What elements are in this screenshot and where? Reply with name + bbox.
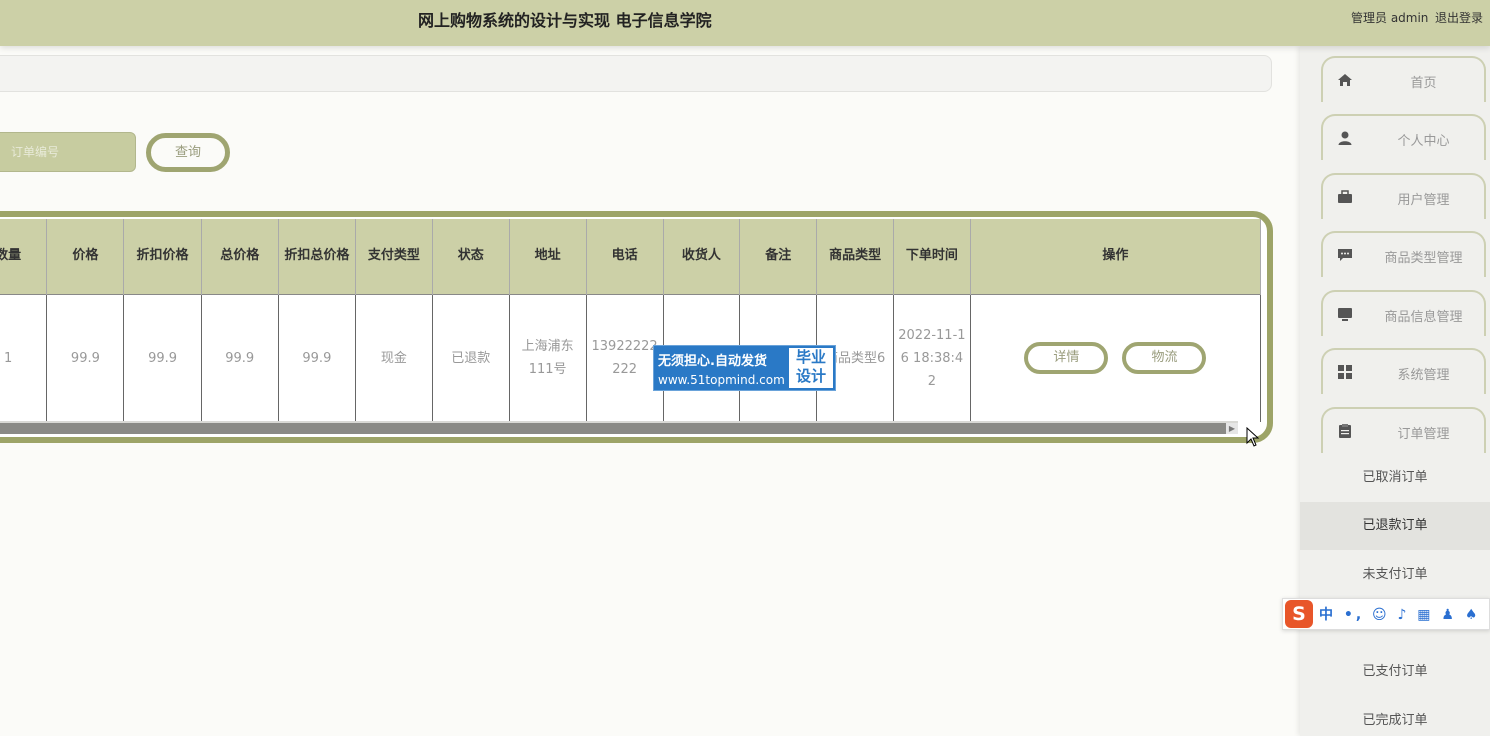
sidebar-subitem-paid[interactable]: 已支付订单	[1300, 648, 1490, 696]
col-header-phone[interactable]: 电话	[586, 219, 664, 294]
monitor-icon	[1338, 308, 1352, 321]
cell-phone: 13922222222	[586, 293, 664, 422]
order-table-container: 数量 价格 折扣价格 总价格 折扣总价格 支付类型 状态 地址 电话 收货人 备…	[0, 211, 1273, 443]
col-header-status[interactable]: 状态	[432, 219, 510, 294]
watermark-label: 毕业设计	[789, 348, 833, 388]
home-icon	[1338, 74, 1352, 86]
cell-address: 上海浦东111号	[509, 293, 587, 422]
col-header-address[interactable]: 地址	[509, 219, 587, 294]
clipboard-icon	[1339, 424, 1351, 438]
scroll-right-arrow-icon[interactable]: ▶	[1226, 423, 1238, 434]
sidebar-item-label: 用户管理	[1397, 193, 1450, 208]
col-header-actions: 操作	[970, 219, 1262, 294]
search-input[interactable]	[0, 132, 136, 172]
cell-price: 99.9	[46, 293, 125, 422]
col-header-discount-total[interactable]: 折扣总价格	[278, 219, 356, 294]
sidebar-item-label: 商品类型管理	[1384, 251, 1463, 266]
query-button[interactable]: 查询	[146, 133, 230, 172]
sidebar-item-label: 个人中心	[1397, 134, 1450, 149]
col-header-goods-type[interactable]: 商品类型	[816, 219, 894, 294]
top-header: 网上购物系统的设计与实现 电子信息学院 管理员 admin 退出登录	[0, 0, 1490, 46]
sidebar-item-label: 首页	[1410, 76, 1437, 91]
sidebar-item-system[interactable]: 系统管理	[1321, 348, 1486, 394]
col-header-price[interactable]: 价格	[46, 219, 125, 294]
cell-pay-type: 现金	[355, 293, 433, 422]
mouse-cursor-icon	[1246, 427, 1260, 447]
cell-status: 已退款	[432, 293, 510, 422]
ime-toolbar[interactable]: S 中 •, ☺ ♪ ▦ ♟ ♠	[1282, 598, 1490, 630]
ime-tools[interactable]: 中 •, ☺ ♪ ▦ ♟ ♠	[1319, 604, 1480, 624]
grid-icon	[1338, 365, 1352, 379]
cell-discount-total: 99.9	[278, 293, 356, 422]
sidebar-item-users[interactable]: 用户管理	[1321, 173, 1486, 219]
user-icon	[1338, 131, 1352, 145]
col-header-order-time[interactable]: 下单时间	[893, 219, 971, 294]
table-header-row: 数量 价格 折扣价格 总价格 折扣总价格 支付类型 状态 地址 电话 收货人 备…	[0, 219, 1262, 294]
comment-icon	[1338, 249, 1352, 261]
watermark-badge: 无须担心.自动发货 www.51topmind.com 毕业设计	[653, 345, 836, 391]
logistics-button[interactable]: 物流	[1122, 342, 1207, 375]
sidebar-item-home[interactable]: 首页	[1321, 56, 1486, 102]
horizontal-scrollbar[interactable]: ▶	[0, 421, 1238, 434]
col-header-total[interactable]: 总价格	[201, 219, 279, 294]
logout-link[interactable]: 退出登录	[1435, 9, 1483, 26]
admin-user-label: 管理员 admin	[1351, 11, 1429, 25]
col-header-receiver[interactable]: 收货人	[663, 219, 741, 294]
cell-order-time: 2022-11-16 18:38:42	[893, 293, 971, 422]
sidebar-subitem-cancelled[interactable]: 已取消订单	[1300, 454, 1490, 502]
col-header-pay-type[interactable]: 支付类型	[355, 219, 433, 294]
order-table: 数量 价格 折扣价格 总价格 折扣总价格 支付类型 状态 地址 电话 收货人 备…	[0, 219, 1262, 422]
sidebar: 首页 个人中心 用户管理 商品类型管理 商品信息管理 系统管理 订单管理 已取消…	[1300, 46, 1490, 736]
watermark-slogan: 无须担心.自动发货	[658, 354, 767, 369]
sidebar-item-label: 订单管理	[1397, 427, 1450, 442]
page-title: 网上购物系统的设计与实现 电子信息学院	[418, 11, 712, 30]
sidebar-item-profile[interactable]: 个人中心	[1321, 114, 1486, 160]
sidebar-item-goods-type[interactable]: 商品类型管理	[1321, 231, 1486, 277]
cell-total: 99.9	[201, 293, 279, 422]
sidebar-item-orders[interactable]: 订单管理	[1321, 407, 1486, 453]
cell-qty: 1	[0, 293, 48, 422]
sidebar-item-goods-info[interactable]: 商品信息管理	[1321, 290, 1486, 336]
watermark-url: www.51topmind.com	[658, 373, 785, 387]
breadcrumb	[0, 55, 1272, 92]
sogou-logo-icon[interactable]: S	[1285, 600, 1313, 628]
sidebar-item-label: 商品信息管理	[1384, 310, 1463, 325]
col-header-discount-price[interactable]: 折扣价格	[123, 219, 202, 294]
briefcase-icon	[1338, 190, 1352, 203]
table-row: 1 99.9 99.9 99.9 99.9 现金 已退款 上海浦东111号 13…	[0, 293, 1262, 422]
cell-discount-price: 99.9	[123, 293, 202, 422]
sidebar-subitem-unpaid[interactable]: 未支付订单	[1300, 551, 1490, 599]
detail-button[interactable]: 详情	[1024, 342, 1109, 375]
sidebar-subitem-completed[interactable]: 已完成订单	[1300, 697, 1490, 736]
col-header-remark[interactable]: 备注	[739, 219, 818, 294]
col-header-qty[interactable]: 数量	[0, 219, 48, 294]
sidebar-subitem-refunded[interactable]: 已退款订单	[1300, 502, 1490, 550]
cell-actions: 详情 物流	[970, 293, 1262, 422]
sidebar-item-label: 系统管理	[1397, 368, 1450, 383]
ime-mode-label[interactable]: 中	[1319, 607, 1336, 623]
